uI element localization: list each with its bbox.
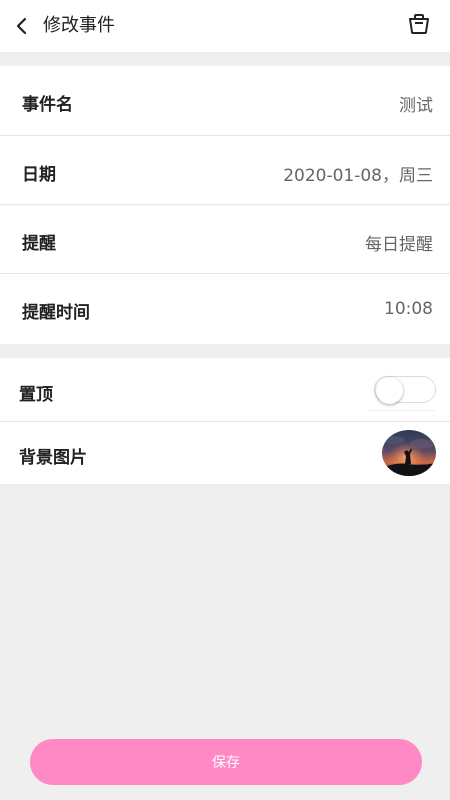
- options-card: 置顶 背景图片: [0, 358, 450, 484]
- page-title: 修改事件: [43, 15, 115, 36]
- background-row[interactable]: 背景图片: [0, 422, 450, 484]
- trash-icon: [409, 14, 429, 34]
- reminder-value: 每日提醒: [365, 235, 433, 255]
- sunset-silhouette-image: [382, 430, 436, 476]
- reminder-row[interactable]: 提醒 每日提醒: [0, 205, 450, 274]
- save-button[interactable]: 保存: [30, 739, 422, 785]
- toggle-knob: [376, 377, 403, 404]
- pin-row: 置顶: [0, 358, 450, 422]
- event-name-value: 测试: [399, 96, 433, 116]
- date-value: 2020-01-08，周三: [283, 166, 433, 186]
- date-row[interactable]: 日期 2020-01-08，周三: [0, 136, 450, 205]
- background-thumbnail[interactable]: [382, 430, 436, 476]
- event-name-row[interactable]: 事件名 测试: [0, 66, 450, 136]
- event-name-label: 事件名: [22, 95, 73, 115]
- reminder-label: 提醒: [22, 234, 56, 254]
- date-label: 日期: [22, 165, 56, 185]
- top-bar: 修改事件: [0, 0, 450, 52]
- toggle-underline: [368, 410, 436, 411]
- delete-button[interactable]: [406, 10, 432, 38]
- background-label: 背景图片: [19, 448, 87, 468]
- pin-toggle[interactable]: [374, 376, 436, 404]
- pin-label: 置顶: [19, 385, 53, 405]
- event-details-card: 事件名 测试 日期 2020-01-08，周三 提醒 每日提醒 提醒时间 10:…: [0, 66, 450, 344]
- chevron-left-icon: [16, 17, 27, 35]
- back-button[interactable]: [8, 12, 36, 40]
- reminder-time-value: 10:08: [384, 299, 433, 319]
- reminder-time-label: 提醒时间: [22, 303, 90, 323]
- reminder-time-row[interactable]: 提醒时间 10:08: [0, 274, 450, 344]
